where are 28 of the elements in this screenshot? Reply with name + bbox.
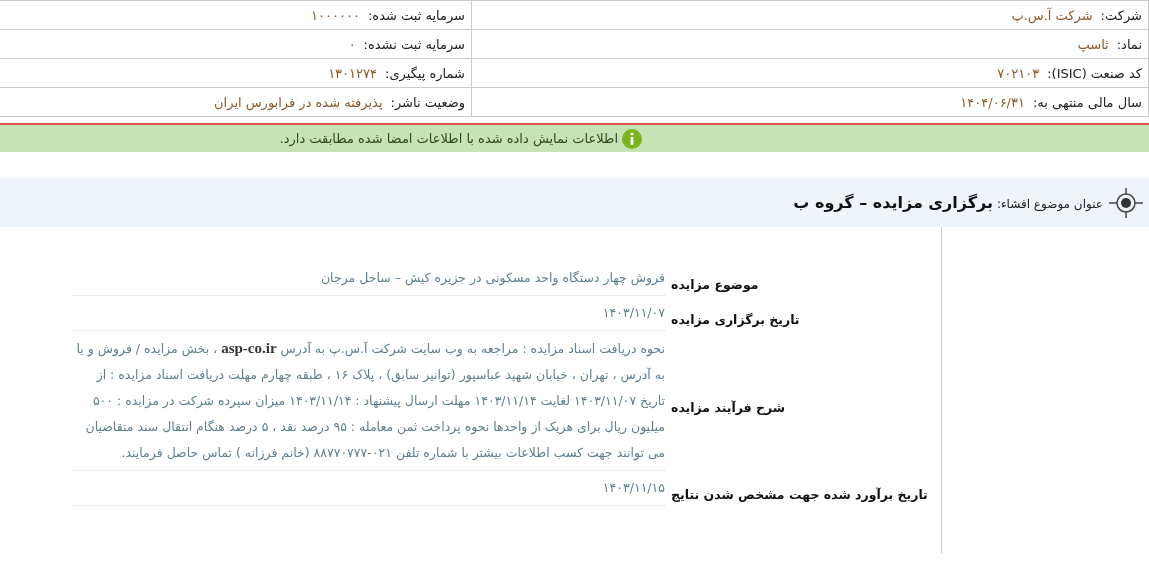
subject-title: برگزاری مزایده – گروه ب <box>793 193 993 212</box>
field-label: کد صنعت (ISIC): <box>1047 65 1142 81</box>
field-label: وضعیت ناشر: <box>390 94 465 110</box>
detail-value: فروش چهار دستگاه واحد مسکونی در جزیره کیش – ساحل مرجان <box>73 265 665 296</box>
field-label: سرمایه ثبت نشده: <box>363 36 465 52</box>
detail-label: شرح فرآیند مزایده <box>671 398 787 415</box>
subject-label: عنوان موضوع افشاء: <box>996 197 1103 211</box>
target-icon <box>1109 185 1143 220</box>
detail-label: موضوع مزایده <box>671 276 760 292</box>
field-label: سرمایه ثبت شده: <box>367 7 465 23</box>
field-value: ثاسپ <box>1077 36 1109 52</box>
field-value: ۱۳۰۱۲۷۴ <box>328 65 378 81</box>
field-value: ۷۰۲۱۰۳ <box>997 65 1040 81</box>
detail-label: تاریخ برآورد شده جهت مشخص شدن نتایج <box>671 486 929 502</box>
detail-value: ۱۴۰۳/۱۱/۰۷ <box>73 300 665 331</box>
field-label: شماره پیگیری: <box>385 65 465 81</box>
field-value: ۰ <box>348 36 356 52</box>
field-label: نماد: <box>1116 36 1142 52</box>
field-label: شرکت: <box>1100 7 1142 23</box>
field-value: ۱۰۰۰۰۰۰ <box>311 7 360 23</box>
notice-text: اطلاعات نمایش داده شده با اطلاعات امضا شده مطابقت دارد. <box>279 131 618 146</box>
detail-value: ۱۴۰۳/۱۱/۱۵ <box>73 475 665 506</box>
field-value: شرکت آ.س.پ <box>1011 7 1093 23</box>
field-label: سال مالی منتهی به: <box>1032 94 1142 110</box>
info-icon <box>622 128 642 149</box>
detail-label: تاریخ برگزاری مزایده <box>671 311 801 327</box>
field-value: پذیرفته شده در فرابورس ایران <box>214 94 383 110</box>
field-value: ۱۴۰۴/۰۶/۳۱ <box>960 94 1025 110</box>
